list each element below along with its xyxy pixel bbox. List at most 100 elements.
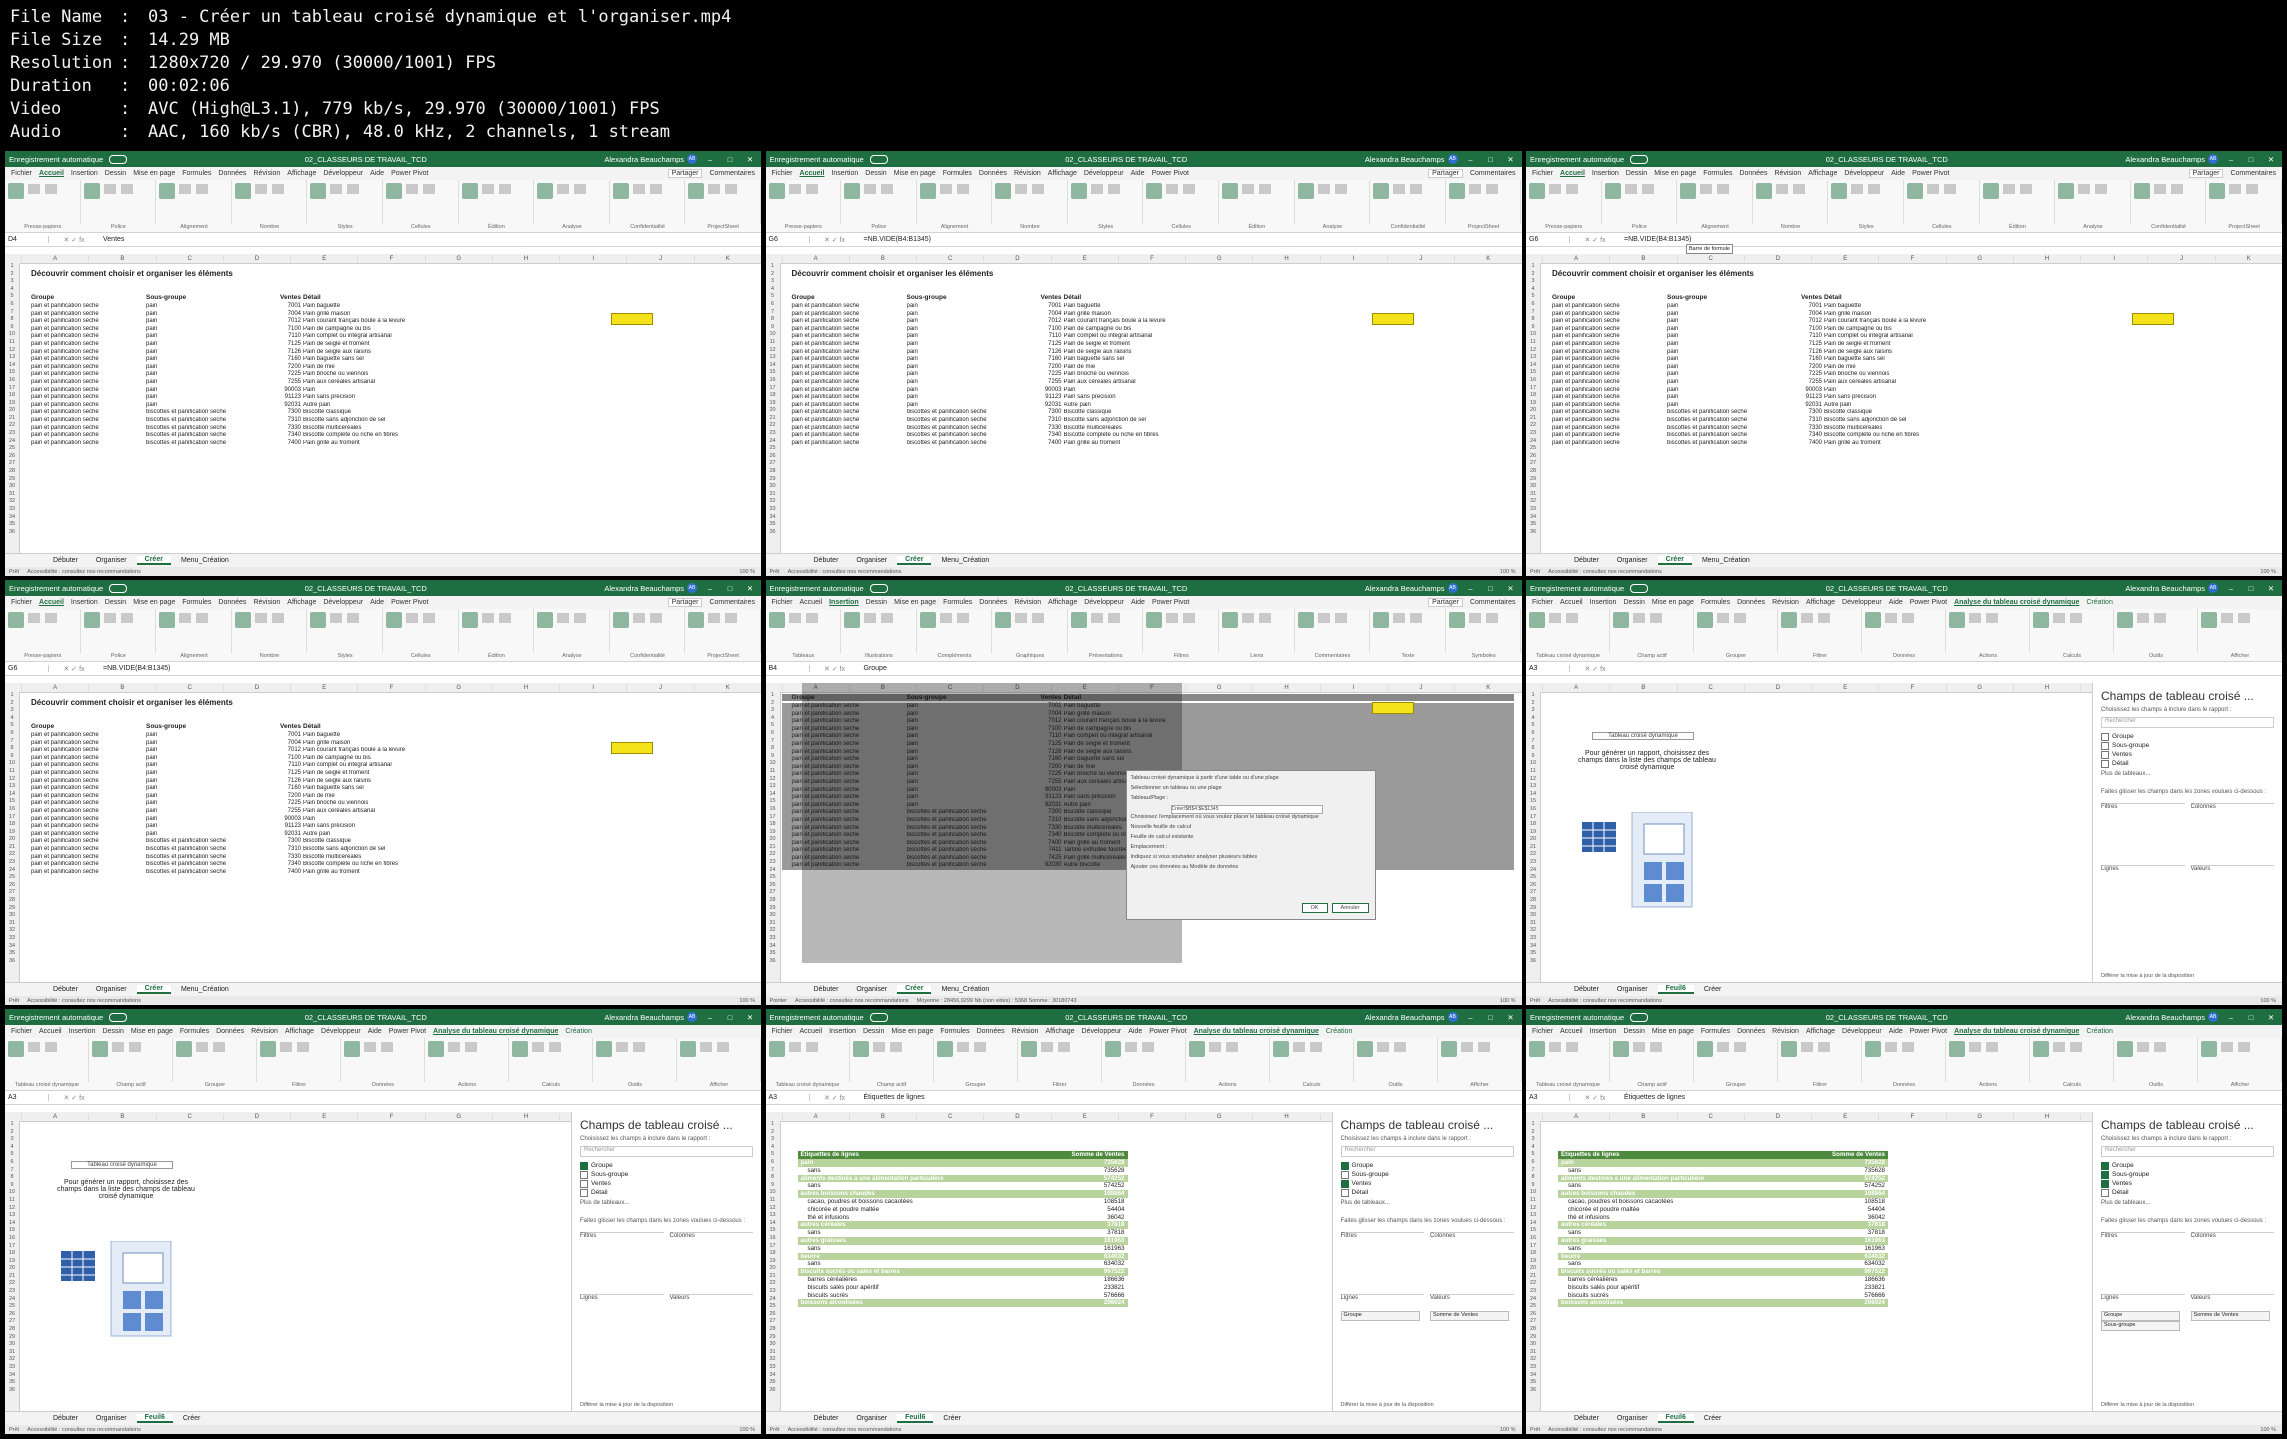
row-header[interactable]: 4 [1526,286,1540,294]
ribbon-tab[interactable]: Power Pivot [1910,1028,1947,1035]
formula-input[interactable]: =NB.VIDE(B4:B1345) [1620,236,2282,243]
row-header[interactable]: 21 [766,1273,780,1281]
pivot-zone[interactable]: Colonnes [2190,803,2274,859]
pivot-row[interactable]: boissons alcoolisées 296024 [1558,1299,1888,1308]
ribbon-small-icon[interactable] [1124,1042,1137,1052]
table-cell[interactable]: pain et panification sèche [1542,440,1667,448]
ribbon-small-icon[interactable] [1986,613,1998,623]
ribbon-tab[interactable]: Power Pivot [1149,1028,1186,1035]
row-header[interactable]: 6 [1526,301,1540,309]
pivot-row[interactable]: biscuits sucrés ou salés et barres 997522 [1558,1268,1888,1276]
comments-button[interactable]: Commentaires [709,170,755,177]
column-header[interactable]: H [491,1113,559,1120]
table-cell[interactable]: pain [146,356,246,364]
row-header[interactable]: 9 [766,1182,780,1190]
zoom-level[interactable]: 100 % [739,998,761,1004]
ribbon-small-icon[interactable] [1032,184,1045,194]
ribbon-small-icon[interactable] [28,184,40,194]
comments-button[interactable]: Commentaires [1470,599,1516,606]
ribbon-small-icon[interactable] [1317,613,1330,623]
column-header[interactable]: J [1386,255,1454,262]
row-header[interactable]: 17 [1526,814,1540,822]
pivot-row[interactable]: chicorée et poudre maltée 54404 [798,1206,1128,1214]
ribbon-small-icon[interactable] [557,184,570,194]
field-checkbox[interactable]: Sous-groupe [2101,1170,2274,1179]
minimize-icon[interactable]: – [2224,1013,2238,1022]
ribbon-tab[interactable]: Fichier [772,599,793,606]
table-cell[interactable]: 7255 [246,379,303,387]
ribbon-small-icon[interactable] [1734,1042,1746,1052]
table-cell[interactable]: 7001 [1767,303,1824,311]
table-cell[interactable]: pain et panification sèche [1542,303,1667,311]
checkbox-icon[interactable] [2101,759,2109,768]
row-header[interactable]: 25 [5,874,19,882]
table-cell[interactable]: pain et panification sèche [1542,349,1667,357]
ribbon-command-icon[interactable] [1831,183,1848,199]
ribbon-command-icon[interactable] [1070,612,1087,628]
table-cell[interactable]: 7400 [1007,440,1064,448]
avatar[interactable]: AB [2208,583,2218,593]
ribbon-small-icon[interactable] [939,184,952,194]
defer-update-checkbox[interactable]: Différer la mise à jour de la dispositio… [2101,973,2194,979]
row-header[interactable]: 13 [5,1212,19,1220]
defer-update-checkbox[interactable]: Différer la mise à jour de la dispositio… [1341,1402,1434,1408]
row-header[interactable]: 28 [766,468,780,476]
column-header[interactable]: A [1542,255,1609,262]
ribbon-small-icon[interactable] [1183,184,1196,194]
table-cell[interactable]: 7160 [246,356,303,364]
table-cell[interactable]: Pain sans précision [1064,394,1234,402]
ribbon-command-icon[interactable] [1529,183,1545,199]
table-cell[interactable]: Biscotte sans adjonction de sel [1064,417,1234,425]
table-row[interactable]: pain et panification sèche pain 7255 Pain a… [782,379,1514,387]
ribbon-command-icon[interactable] [234,612,251,628]
table-cell[interactable]: 7400 [246,440,303,448]
ribbon-command-icon[interactable] [83,183,100,199]
ribbon-small-icon[interactable] [632,184,645,194]
table-cell[interactable]: pain [146,793,246,801]
table-row[interactable]: pain et panification sèche pain 7001 Pain b… [21,732,753,740]
table-cell[interactable]: 7100 [1767,326,1824,334]
table-cell[interactable]: pain et panification sèche [782,318,907,326]
row-header[interactable]: 34 [766,514,780,522]
table-cell[interactable]: pain [907,356,1007,364]
column-header[interactable]: C [1676,255,1744,262]
table-cell[interactable]: 7004 [1007,311,1064,319]
ribbon-tab[interactable]: Insertion [69,1028,96,1035]
table-cell[interactable]: 91123 [246,394,303,402]
table-row[interactable]: pain et panification sèche pain 7200 Pain d… [1542,364,2274,372]
ribbon-command-icon[interactable] [680,1041,696,1057]
sheet-tab[interactable]: Organiser [848,557,895,564]
ribbon-tab[interactable]: Formules [943,599,972,606]
pivot-row[interactable]: autres boissons chaudes 198864 [1558,1190,1888,1198]
table-cell[interactable]: 92031 [1007,402,1064,410]
ribbon-small-icon[interactable] [2221,613,2233,623]
table-cell[interactable]: pain et panification sèche [21,831,146,839]
table-cell[interactable]: Pain [303,387,473,395]
ribbon-tab[interactable]: Insertion [829,1028,856,1035]
table-cell[interactable]: 7001 [1007,303,1064,311]
table-cell[interactable]: 91123 [1767,394,1824,402]
maximize-icon[interactable]: □ [723,584,737,593]
table-cell[interactable]: pain et panification sèche [1542,432,1667,440]
zone-item[interactable]: Groupe [2101,1311,2181,1321]
ribbon-command-icon[interactable] [2201,612,2217,628]
table-cell[interactable]: pain [907,333,1007,341]
row-header[interactable]: 22 [5,851,19,859]
ribbon-small-icon[interactable] [129,1042,141,1052]
ribbon-tab[interactable]: Power Pivot [1910,599,1947,606]
row-header[interactable]: 11 [1526,339,1540,347]
ribbon-small-icon[interactable] [1549,184,1561,194]
table-cell[interactable]: 7110 [1007,333,1064,341]
table-cell[interactable]: 7004 [246,311,303,319]
field-checkbox[interactable]: Détail [2101,759,2274,768]
ribbon-small-icon[interactable] [1292,1042,1305,1052]
table-cell[interactable]: biscottes et panification sèche [146,846,246,854]
ribbon-command-icon[interactable] [768,1041,785,1057]
pivot-row[interactable]: cacao, poudres et boissons cacaotées 1085… [798,1198,1128,1206]
minimize-icon[interactable]: – [2224,155,2238,164]
pivot-zone[interactable]: Lignes Groupe [1340,1294,1424,1350]
row-header[interactable]: 2 [5,1129,19,1137]
table-cell[interactable]: Biscotte sans adjonction de sel [303,846,473,854]
row-header[interactable]: 12 [766,1205,780,1213]
pivot-row[interactable]: pain 735628 [797,1159,1128,1167]
